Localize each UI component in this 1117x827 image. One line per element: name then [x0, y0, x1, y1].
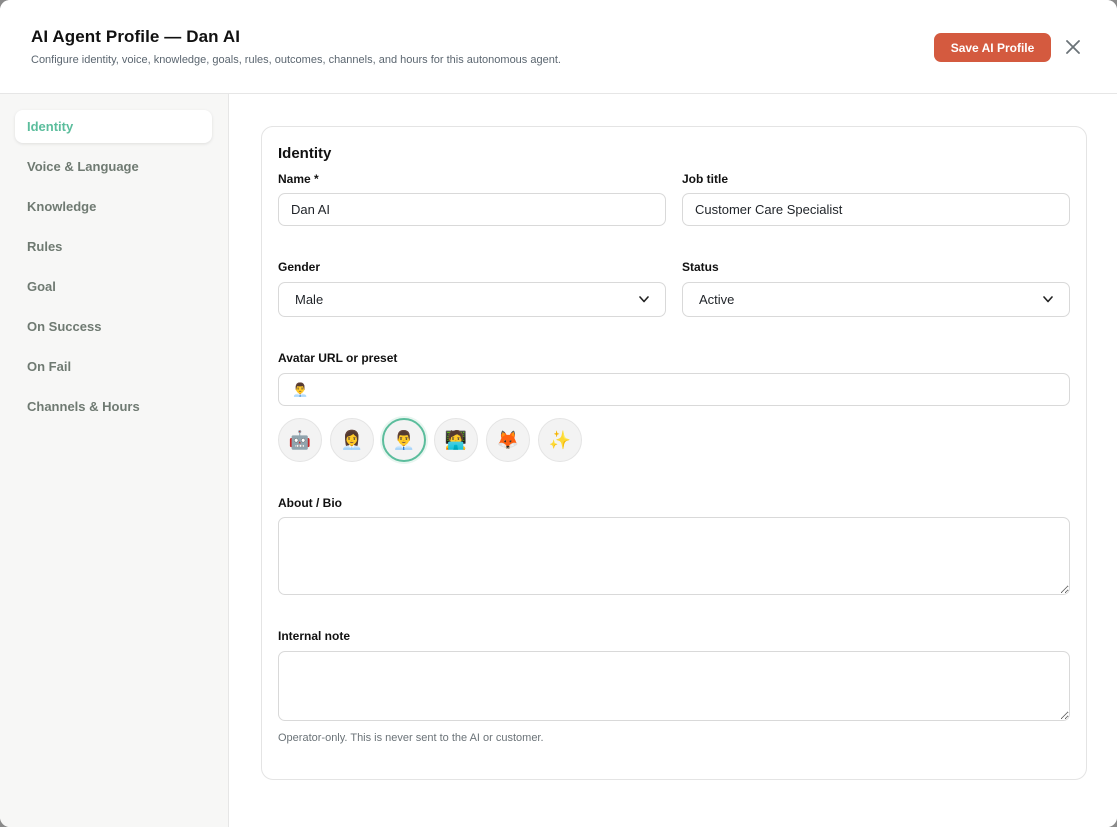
name-label: Name * — [278, 172, 319, 186]
name-input[interactable] — [278, 193, 666, 226]
avatar-preset-robot[interactable]: 🤖 — [278, 418, 322, 462]
agent-profile-modal: AI Agent Profile — Dan AI Configure iden… — [0, 0, 1117, 827]
avatar-input[interactable]: 👨‍💼 — [278, 373, 1070, 406]
sidebar-item-on-fail[interactable]: On Fail — [15, 350, 212, 383]
sidebar-item-on-success[interactable]: On Success — [15, 310, 212, 343]
chevron-down-icon — [1043, 296, 1053, 303]
internal-note-label: Internal note — [278, 629, 351, 643]
section-title: Identity — [278, 145, 332, 162]
sidebar-item-goal[interactable]: Goal — [15, 270, 212, 303]
modal-header: AI Agent Profile — Dan AI Configure iden… — [0, 0, 1117, 94]
avatar-value: 👨‍💼 — [292, 381, 309, 397]
status-label: Status — [682, 260, 719, 274]
close-icon — [1066, 40, 1080, 54]
status-value: Active — [699, 292, 735, 307]
internal-note-helper: Operator-only. This is never sent to the… — [278, 732, 544, 744]
sidebar-item-knowledge[interactable]: Knowledge — [15, 190, 212, 223]
modal-subtitle: Configure identity, voice, knowledge, go… — [31, 54, 561, 66]
save-ai-profile-button[interactable]: Save AI Profile — [934, 33, 1051, 62]
gender-label: Gender — [278, 260, 321, 274]
modal-title: AI Agent Profile — Dan AI — [31, 27, 241, 46]
internal-note-textarea[interactable] — [278, 651, 1070, 721]
sidebar-nav: Identity Voice & Language Knowledge Rule… — [0, 94, 229, 827]
chevron-down-icon — [639, 296, 649, 303]
sidebar-item-rules[interactable]: Rules — [15, 230, 212, 263]
avatar-preset-sparkles[interactable]: ✨ — [538, 418, 582, 462]
sidebar-item-channels-hours[interactable]: Channels & Hours — [15, 390, 212, 423]
about-textarea[interactable] — [278, 517, 1070, 595]
avatar-preset-technologist[interactable]: 🧑‍💻 — [434, 418, 478, 462]
main-content: Identity Name * Job title Gender Male St… — [229, 94, 1117, 827]
about-label: About / Bio — [278, 496, 342, 510]
sidebar-item-voice-language[interactable]: Voice & Language — [15, 150, 212, 183]
job-title-label: Job title — [682, 172, 729, 186]
avatar-preset-woman-office[interactable]: 👩‍💼 — [330, 418, 374, 462]
close-button[interactable] — [1062, 36, 1084, 58]
gender-select[interactable]: Male — [278, 282, 666, 317]
avatar-label: Avatar URL or preset — [278, 351, 398, 365]
identity-card: Identity Name * Job title Gender Male St… — [261, 126, 1087, 780]
job-title-input[interactable] — [682, 193, 1070, 226]
avatar-preset-fox[interactable]: 🦊 — [486, 418, 530, 462]
status-select[interactable]: Active — [682, 282, 1070, 317]
sidebar-item-identity[interactable]: Identity — [15, 110, 212, 143]
avatar-preset-man-office[interactable]: 👨‍💼 — [382, 418, 426, 462]
gender-value: Male — [295, 292, 324, 307]
